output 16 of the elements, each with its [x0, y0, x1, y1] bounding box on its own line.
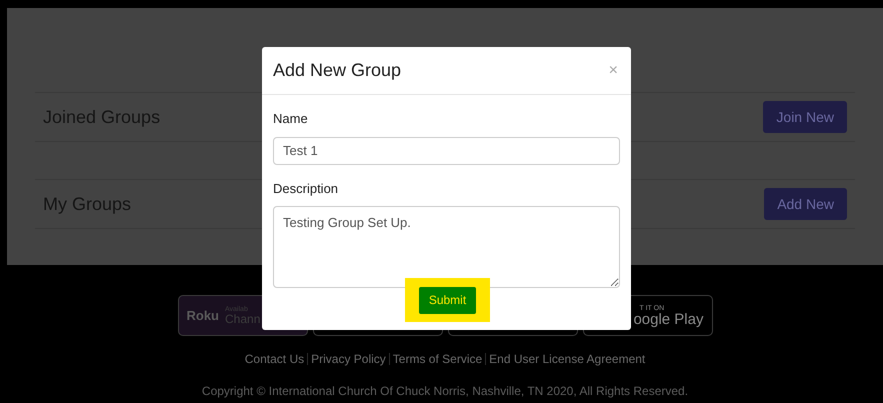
description-field[interactable]: Testing Group Set Up. [273, 206, 620, 288]
footer-link[interactable]: Privacy Policy [311, 350, 386, 368]
footer-link[interactable]: End User License Agreement [489, 350, 646, 368]
field-label: Name [273, 110, 309, 128]
submit-button[interactable]: Submit [418, 286, 476, 314]
close-button[interactable]: × [608, 58, 620, 82]
footer-link[interactable]: Contact Us [244, 350, 304, 368]
section-button[interactable]: Join New [763, 101, 847, 133]
section-button[interactable]: Add New [764, 188, 847, 220]
modal-title: Add New Group [273, 59, 402, 82]
copyright-text: Copyright © International Church Of Chuck Norris, Nashville, TN 2020, All Rights Reserved. [202, 383, 688, 400]
badge-logo: Roku [186, 306, 219, 325]
name-field[interactable]: Test 1 [273, 136, 620, 164]
field-label: Description [273, 180, 340, 198]
badge-caption: oogle Play [633, 312, 704, 326]
footer-link[interactable]: Terms of Service [392, 350, 482, 368]
